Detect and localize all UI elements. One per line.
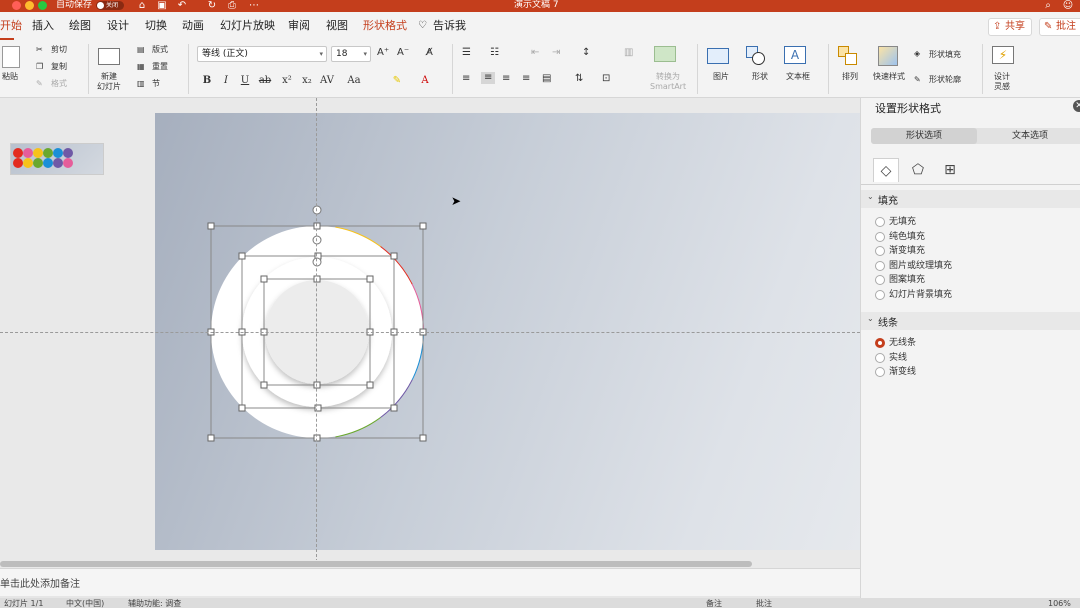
language-status[interactable]: 中文(中国) [66,599,104,608]
radio-button[interactable] [875,289,885,300]
search-icon[interactable]: ⌕ [1042,0,1054,12]
designer-button[interactable]: 设计 灵感 [994,72,1010,92]
resize-handle[interactable] [260,275,268,283]
resize-handle[interactable] [419,222,427,230]
shape-outline-button[interactable]: 形状轮廓 [929,75,961,85]
fill-section-header[interactable]: ⌄ 填充 [861,190,1080,208]
radio-label: 渐变填充 [889,246,926,256]
scrollbar-thumb[interactable] [0,561,752,567]
horizontal-scrollbar[interactable] [0,560,860,568]
tab-text-options[interactable]: 文本选项 [977,128,1080,144]
resize-handle[interactable] [207,434,215,442]
shape-outline-icon[interactable]: ✎ [914,75,921,85]
pane-title: 设置形状格式 [875,102,941,115]
tab-shape-options[interactable]: 形状选项 [871,128,977,144]
resize-handle[interactable] [366,381,374,389]
resize-handle[interactable] [390,252,398,260]
fill-line-icon[interactable]: ◇ [873,158,899,182]
chevron-down-icon: ⌄ [867,314,874,323]
comments-toggle[interactable]: 批注 [756,599,772,608]
shape-fill-button[interactable]: 形状填充 [929,50,961,60]
radio-button[interactable] [875,352,885,363]
comment-icon: ✎ [1044,21,1053,32]
horizontal-guide[interactable] [0,332,860,333]
separator [982,44,983,94]
resize-handle[interactable] [313,275,321,283]
share-icon: ⇪ [993,21,1002,32]
radio-button[interactable] [875,260,885,271]
divider [861,184,1080,185]
vertical-guide[interactable] [316,98,317,562]
line-section-header[interactable]: ⌄ 线条 [861,312,1080,330]
slide-graphic[interactable] [0,0,860,560]
radio-button[interactable] [875,231,885,242]
shape-fill-icon[interactable]: ◈ [914,49,920,59]
slide-counter: 幻灯片 1/1 [4,599,44,608]
radio-button[interactable] [875,246,885,256]
radio-label: 无填充 [889,217,917,227]
account-icon[interactable]: ☺ [1062,0,1074,12]
resize-handle[interactable] [366,275,374,283]
close-pane-icon[interactable]: ✕ [1073,100,1080,112]
notes-toggle[interactable]: 备注 [706,599,722,608]
resize-handle[interactable] [238,252,246,260]
radio-button[interactable] [875,217,885,227]
effects-icon[interactable]: ⬠ [905,158,931,182]
radio-button[interactable] [875,275,885,285]
radio-label: 图片或纹理填充 [889,260,953,271]
radio-label: 无线条 [889,338,917,348]
size-properties-icon[interactable]: ⊞ [937,158,963,182]
mouse-pointer-icon: ➤ [451,194,462,208]
quick-styles-button[interactable]: 快速样式 [873,72,905,82]
designer-icon[interactable]: ⚡ [992,46,1014,64]
resize-handle[interactable] [238,404,246,412]
resize-handle[interactable] [313,381,321,389]
comments-button[interactable]: ✎ 批注 [1039,18,1080,36]
pane-options-switch: 形状选项 文本选项 [871,128,1080,144]
resize-handle[interactable] [313,434,321,442]
radio-label: 纯色填充 [889,231,926,242]
status-bar: 幻灯片 1/1 中文(中国) 辅助功能: 调查 备注 批注 106% [0,598,1080,608]
notes-placeholder[interactable]: 单击此处添加备注 [0,575,80,590]
resize-handle[interactable] [419,434,427,442]
notes-pane[interactable]: 单击此处添加备注 [0,568,860,596]
format-shape-pane: 设置形状格式 ✕ 形状选项 文本选项 ◇ ⬠ ⊞ ⌄ 填充 无填充纯色填充渐变填… [860,98,1080,598]
zoom-level[interactable]: 106% [1048,599,1071,608]
chevron-down-icon: ⌄ [867,192,874,201]
radio-button[interactable] [875,338,885,348]
resize-handle[interactable] [390,404,398,412]
quick-styles-icon[interactable] [878,46,898,66]
resize-handle[interactable] [207,222,215,230]
radio-label: 渐变线 [889,367,917,377]
radio-button[interactable] [875,367,885,377]
resize-handle[interactable] [313,222,321,230]
share-button[interactable]: ⇪ 共享 [988,18,1032,36]
accessibility-status[interactable]: 辅助功能: 调查 [128,599,181,608]
resize-handle[interactable] [260,381,268,389]
radio-label: 实线 [889,352,908,363]
radio-label: 图案填充 [889,275,926,285]
radio-label: 幻灯片背景填充 [889,289,953,300]
